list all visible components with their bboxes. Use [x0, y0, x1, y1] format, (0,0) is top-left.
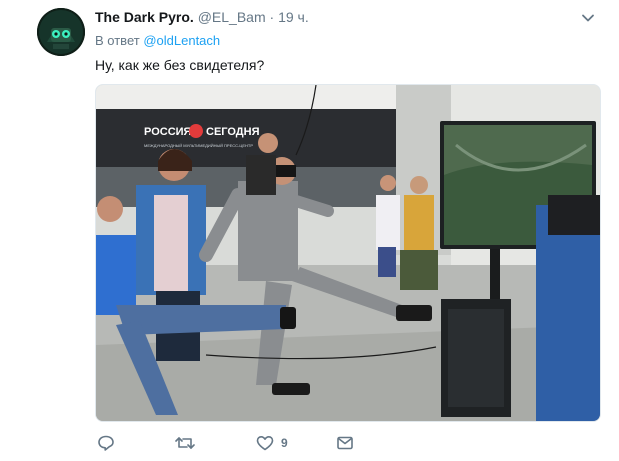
author-handle[interactable]: @EL_Bam [198, 9, 266, 25]
sign-text-2: СЕГОДНЯ [206, 126, 260, 138]
like-count: 9 [281, 436, 288, 450]
tweet-actions: 9 [95, 432, 415, 454]
heart-icon [256, 434, 274, 452]
photo-scene: РОССИЯ СЕГОДНЯ МЕЖДУНАРОДНЫЙ МУЛЬТИМЕДИЙ… [96, 85, 600, 421]
separator-dot: · [269, 9, 275, 25]
sign-subtitle: МЕЖДУНАРОДНЫЙ МУЛЬТИМЕДИЙНЫЙ ПРЕСС-ЦЕНТР [144, 143, 253, 148]
tweet-photo[interactable]: РОССИЯ СЕГОДНЯ МЕЖДУНАРОДНЫЙ МУЛЬТИМЕДИЙ… [95, 84, 601, 422]
reply-prefix: В ответ [95, 33, 140, 48]
like-button[interactable]: 9 [256, 432, 288, 454]
tweet-text: Ну, как же без свидетеля? [95, 57, 265, 73]
retweet-button[interactable] [175, 432, 195, 454]
avatar[interactable] [37, 8, 85, 56]
envelope-icon [336, 434, 354, 452]
tweet-time[interactable]: 19 ч. [278, 9, 309, 25]
direct-message-button[interactable] [336, 432, 354, 454]
reply-mention-link[interactable]: @oldLentach [143, 33, 220, 48]
author-name[interactable]: The Dark Pyro. [95, 9, 194, 25]
sign-logo [189, 124, 203, 138]
reply-button[interactable] [97, 432, 115, 454]
retweet-icon [175, 434, 195, 452]
reply-icon [97, 434, 115, 452]
tweet-header: The Dark Pyro. @EL_Bam · 19 ч. [95, 9, 309, 25]
chevron-down-icon[interactable] [581, 11, 595, 25]
sign-text: РОССИЯ [144, 126, 192, 138]
reply-context: В ответ @oldLentach [95, 33, 220, 48]
